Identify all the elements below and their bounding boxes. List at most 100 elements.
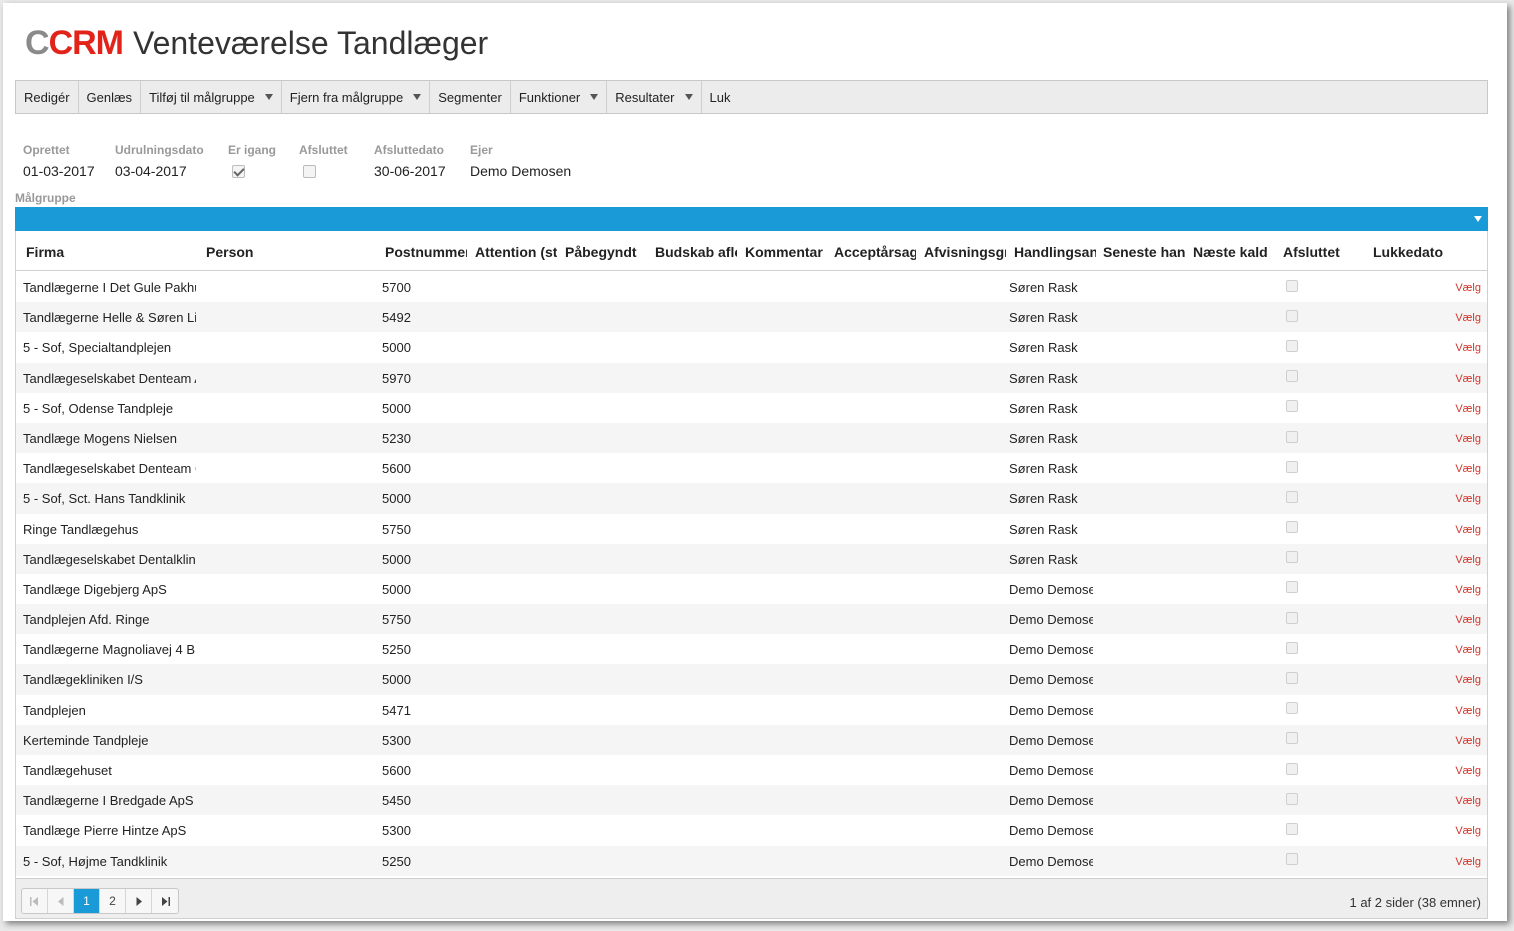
select-link[interactable]: Vælg — [1416, 272, 1481, 302]
cell-postnummer: 5000 — [382, 491, 411, 507]
caret-down-icon[interactable] — [684, 94, 693, 100]
select-link[interactable]: Vælg — [1416, 604, 1481, 634]
toolbar-button-genlæs[interactable]: Genlæs — [79, 81, 142, 113]
row-finished-checkbox[interactable] — [1286, 430, 1298, 443]
row-finished-checkbox[interactable] — [1286, 521, 1298, 534]
column-header[interactable]: Postnummer — [385, 231, 467, 271]
row-finished-checkbox[interactable] — [1286, 400, 1298, 413]
prev-page-icon[interactable] — [48, 889, 74, 913]
select-link[interactable]: Vælg — [1416, 815, 1481, 845]
table-row[interactable]: Tandlæge Digebjerg ApS 5000 Demo Demosen Væ… — [16, 574, 1487, 604]
toolbar-button-redig-r[interactable]: Redigér — [16, 81, 79, 113]
select-link[interactable]: Vælg — [1416, 302, 1481, 332]
select-link[interactable]: Vælg — [1416, 755, 1481, 785]
table-row[interactable]: 5 - Sof, Højme Tandklinik 5250 Demo Demose… — [16, 845, 1487, 876]
row-finished-checkbox[interactable] — [1286, 762, 1298, 775]
row-finished-checkbox[interactable] — [1286, 490, 1298, 503]
select-link[interactable]: Vælg — [1416, 423, 1481, 453]
select-link[interactable]: Vælg — [1416, 483, 1481, 513]
column-header[interactable]: Næste kald — [1193, 231, 1275, 271]
select-link[interactable]: Vælg — [1416, 664, 1481, 694]
table-row[interactable]: Tandlægekliniken I/S 5000 Demo Demosen Vælg — [16, 664, 1487, 695]
column-header[interactable]: Handlingsan — [1014, 231, 1096, 271]
select-link[interactable]: Vælg — [1416, 514, 1481, 544]
row-finished-checkbox[interactable] — [1286, 641, 1298, 654]
column-header[interactable]: Afvisningsgr — [924, 231, 1006, 271]
cell-afsluttet — [1286, 604, 1306, 634]
row-finished-checkbox[interactable] — [1286, 611, 1298, 624]
select-link[interactable]: Vælg — [1416, 574, 1481, 604]
last-page-icon[interactable] — [152, 889, 178, 913]
column-header[interactable]: Attention (st — [475, 231, 557, 271]
select-link[interactable]: Vælg — [1416, 393, 1481, 423]
row-finished-checkbox[interactable] — [1286, 370, 1298, 383]
column-header[interactable]: Kommentar — [745, 231, 827, 271]
table-row[interactable]: Tandlægeselskabet Dentalklinik 5000 Søren … — [16, 543, 1487, 574]
select-link[interactable]: Vælg — [1416, 725, 1481, 755]
toolbar-button-funktioner[interactable]: Funktioner — [511, 81, 608, 113]
toolbar-button-luk[interactable]: Luk — [702, 81, 739, 113]
select-link[interactable]: Vælg — [1416, 363, 1481, 393]
column-header[interactable]: Afsluttet — [1283, 231, 1365, 271]
caret-down-icon[interactable] — [590, 94, 599, 100]
table-row[interactable]: Ringe Tandlægehus 5750 Søren Rask Vælg — [16, 514, 1487, 544]
select-link[interactable]: Vælg — [1416, 634, 1481, 664]
column-header[interactable]: Acceptårsag — [834, 231, 916, 271]
column-header[interactable]: Lukkedato — [1373, 231, 1473, 271]
table-row[interactable]: Tandlæge Pierre Hintze ApS 5300 Demo Demos… — [16, 815, 1487, 845]
row-finished-checkbox[interactable] — [1286, 339, 1298, 352]
select-link[interactable]: Vælg — [1416, 695, 1481, 725]
table-row[interactable]: Tandlægerne I Bredgade ApS 5450 Demo Demos… — [16, 785, 1487, 816]
toolbar-button-fjern-fra-målgruppe[interactable]: Fjern fra målgruppe — [282, 81, 431, 113]
select-link[interactable]: Vælg — [1416, 785, 1481, 815]
row-finished-checkbox[interactable] — [1286, 551, 1298, 564]
chevron-down-icon[interactable] — [1474, 216, 1482, 222]
target-group-bar[interactable] — [15, 207, 1488, 231]
cell-postnummer: 5471 — [382, 702, 411, 718]
row-finished-checkbox[interactable] — [1286, 581, 1298, 594]
row-finished-checkbox[interactable] — [1286, 279, 1298, 292]
finished-checkbox[interactable] — [303, 165, 316, 178]
column-header[interactable]: Påbegyndt — [565, 231, 647, 271]
toolbar-button-segmenter[interactable]: Segmenter — [430, 81, 511, 113]
column-header[interactable]: Seneste hand — [1103, 231, 1185, 271]
table-row[interactable]: Tandlægerne I Det Gule Pakhus 5700 Søren R… — [16, 272, 1487, 302]
cell-afsluttet — [1286, 785, 1306, 815]
table-row[interactable]: Tandlægeselskabet Denteam Assens 5970 Søre… — [16, 362, 1487, 393]
toolbar-button-tilføj-til-målgruppe[interactable]: Tilføj til målgruppe — [141, 81, 282, 113]
row-finished-checkbox[interactable] — [1286, 309, 1298, 322]
table-row[interactable]: Kerteminde Tandpleje 5300 Demo Demosen Vælg — [16, 724, 1487, 755]
row-finished-checkbox[interactable] — [1286, 792, 1298, 805]
toolbar-button-resultater[interactable]: Resultater — [607, 81, 702, 113]
caret-down-icon[interactable] — [264, 94, 273, 100]
row-finished-checkbox[interactable] — [1286, 732, 1298, 745]
table-row[interactable]: Tandlægerne Helle & Søren Lind 5492 Søren … — [16, 302, 1487, 333]
select-link[interactable]: Vælg — [1416, 332, 1481, 362]
row-finished-checkbox[interactable] — [1286, 702, 1298, 715]
table-row[interactable]: Tandlægeselskabet Denteam Ga 5600 Søren Ra… — [16, 453, 1487, 483]
table-row[interactable]: Tandlægerne Magnoliavej 4 B 5250 Demo Demo… — [16, 634, 1487, 664]
row-finished-checkbox[interactable] — [1286, 672, 1298, 684]
table-row[interactable]: 5 - Sof, Odense Tandpleje 5000 Søren Rask V… — [16, 393, 1487, 423]
table-row[interactable]: Tandplejen 5471 Demo Demosen Vælg — [16, 695, 1487, 725]
first-page-icon[interactable] — [22, 889, 48, 913]
table-row[interactable]: 5 - Sof, Specialtandplejen 5000 Søren Rask… — [16, 332, 1487, 362]
column-header[interactable]: Firma — [26, 231, 196, 271]
row-finished-checkbox[interactable] — [1286, 822, 1298, 835]
table-row[interactable]: Tandplejen Afd. Ringe 5750 Demo Demosen Væl… — [16, 604, 1487, 635]
caret-down-icon[interactable] — [413, 94, 422, 100]
page-button-1[interactable]: 1 — [74, 889, 100, 913]
row-finished-checkbox[interactable] — [1286, 853, 1298, 866]
page-button-2[interactable]: 2 — [100, 889, 126, 913]
column-header[interactable]: Person — [206, 231, 376, 271]
column-header[interactable]: Budskab afle — [655, 231, 737, 271]
next-page-icon[interactable] — [126, 889, 152, 913]
table-row[interactable]: 5 - Sof, Sct. Hans Tandklinik 5000 Søren R… — [16, 483, 1487, 514]
table-row[interactable]: Tandlæge Mogens Nielsen 5230 Søren Rask Væl… — [16, 422, 1487, 454]
table-row[interactable]: Tandlægehuset 5600 Demo Demosen Vælg — [16, 755, 1487, 785]
in-progress-checkbox[interactable] — [232, 165, 245, 178]
row-finished-checkbox[interactable] — [1286, 460, 1298, 473]
select-link[interactable]: Vælg — [1416, 453, 1481, 483]
select-link[interactable]: Vælg — [1416, 544, 1481, 574]
select-link[interactable]: Vælg — [1416, 846, 1481, 876]
